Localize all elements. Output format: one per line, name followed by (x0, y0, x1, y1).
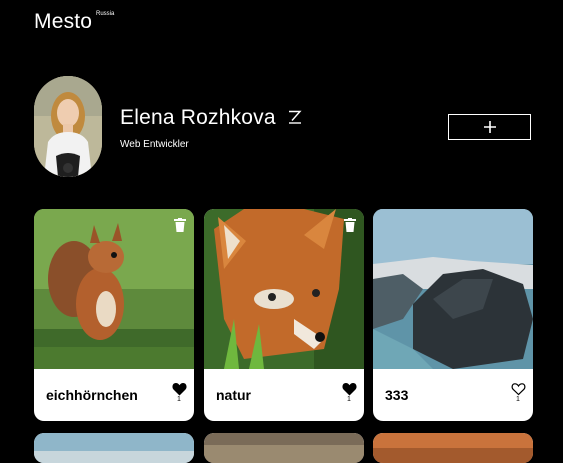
fox-image (204, 209, 364, 369)
edit-icon (289, 110, 302, 124)
card: 333 1 (373, 209, 533, 421)
logo-region: Russia (96, 11, 115, 17)
like-count: 1 (177, 396, 181, 403)
trash-icon[interactable] (174, 218, 186, 232)
card: natur 1 (204, 209, 364, 421)
like-count: 1 (516, 396, 520, 403)
card-title: natur (216, 387, 251, 403)
avatar[interactable] (34, 76, 102, 177)
card-title: eichhörnchen (46, 387, 138, 403)
heart-filled-icon[interactable] (341, 382, 357, 396)
card-image[interactable] (34, 433, 194, 463)
card-title: 333 (385, 387, 409, 403)
add-card-button[interactable] (448, 114, 531, 140)
card (373, 433, 533, 463)
like-group: 1 (340, 382, 358, 404)
like-group: 1 (509, 382, 527, 404)
profile: Elena Rozhkova Web Entwickler (34, 76, 533, 177)
edit-profile-button[interactable] (287, 108, 303, 126)
like-group: 1 (170, 382, 188, 404)
card-image[interactable] (34, 209, 194, 369)
card-image[interactable] (373, 209, 533, 369)
card-image[interactable] (204, 209, 364, 369)
card-image[interactable] (204, 433, 364, 463)
card (34, 433, 194, 463)
heart-outline-icon[interactable] (511, 382, 526, 396)
header: Mesto Russia (34, 10, 114, 40)
squirrel-image (34, 209, 194, 369)
heart-filled-icon[interactable] (171, 382, 187, 396)
profile-name: Elena Rozhkova (120, 106, 276, 129)
profile-job: Web Entwickler (120, 139, 189, 150)
logo: Mesto (34, 10, 93, 33)
card: eichhörnchen 1 (34, 209, 194, 421)
plus-icon (483, 121, 496, 133)
like-count: 1 (347, 396, 351, 403)
trash-icon[interactable] (344, 218, 356, 232)
card-image[interactable] (373, 433, 533, 463)
avatar-photo (34, 76, 102, 177)
coast-image (373, 209, 533, 369)
card (204, 433, 364, 463)
